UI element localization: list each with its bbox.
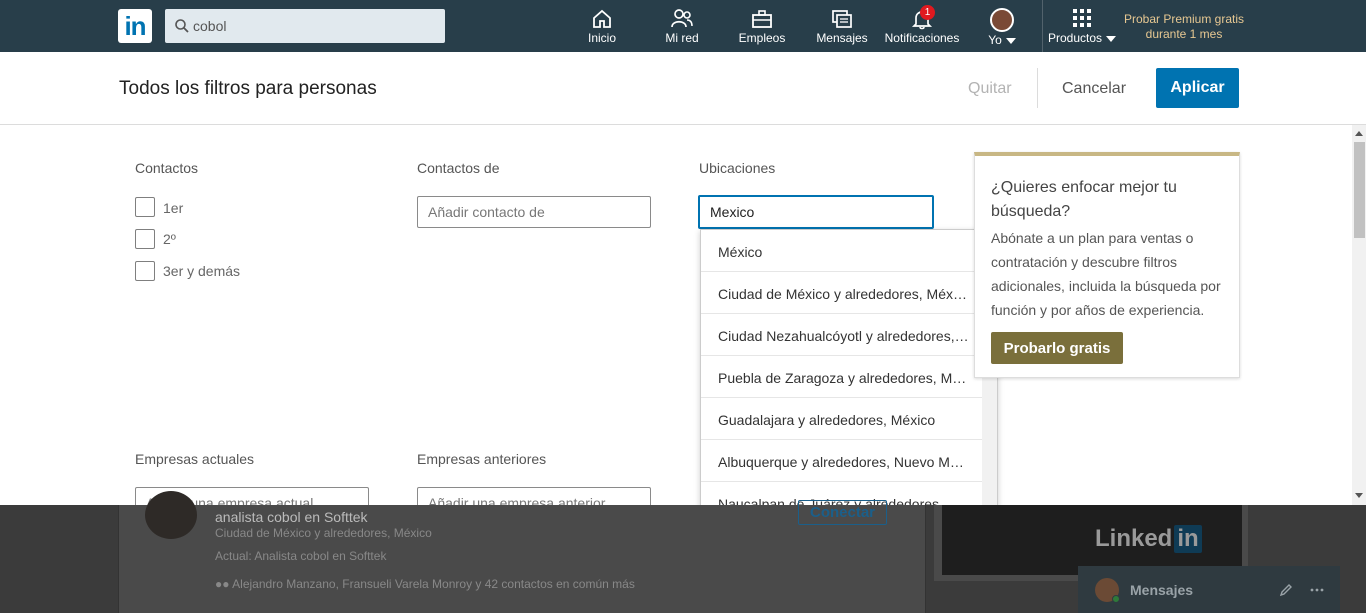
nav-yo-label-wrap: Yo bbox=[982, 33, 1022, 47]
ad-logo-word: Linked bbox=[1095, 525, 1173, 552]
ubicaciones-label: Ubicaciones bbox=[699, 160, 776, 176]
suggestion-item[interactable]: México bbox=[701, 230, 983, 272]
nav-productos-label-wrap: Productos bbox=[1044, 31, 1120, 45]
messaging-label: Mensajes bbox=[1130, 582, 1194, 598]
search-box[interactable] bbox=[165, 9, 445, 43]
header-divider bbox=[1037, 68, 1038, 108]
promo-heading: ¿Quieres enfocar mejor tu búsqueda? bbox=[991, 179, 1177, 220]
compose-icon bbox=[1279, 584, 1292, 597]
nav-yo[interactable]: Yo bbox=[982, 0, 1022, 52]
apply-button[interactable]: Aplicar bbox=[1156, 68, 1239, 108]
dimmed-background: analista cobol en Softtek Ciudad de Méxi… bbox=[0, 491, 1366, 613]
empresas-actuales-label: Empresas actuales bbox=[135, 451, 255, 467]
messaging-bar: Mensajes bbox=[1078, 566, 1340, 613]
ubicaciones-input[interactable] bbox=[698, 195, 934, 229]
promo-text: Abónate a un plan para ventas o contrata… bbox=[991, 230, 1221, 318]
cancel-button[interactable]: Cancelar bbox=[1062, 80, 1126, 98]
briefcase-icon bbox=[752, 10, 772, 28]
top-navbar: in Inicio Mi red Empleos Mensajes 1 Noti… bbox=[0, 0, 1366, 52]
ad-logo-text: Linked in bbox=[1095, 525, 1202, 553]
chevron-down-icon bbox=[1005, 37, 1016, 44]
grid-icon bbox=[1073, 9, 1091, 27]
connect-button: Conectar bbox=[798, 500, 887, 525]
result-headline: analista cobol en Softtek bbox=[215, 509, 368, 525]
empresas-anteriores-label: Empresas anteriores bbox=[417, 451, 547, 467]
result-mutual-text: Alejandro Manzano, Fransueli Varela Monr… bbox=[232, 577, 635, 591]
empresas-anteriores-input[interactable] bbox=[417, 487, 651, 505]
nav-empleos[interactable]: Empleos bbox=[736, 0, 788, 52]
page-title: Todos los filtros para personas bbox=[119, 78, 377, 99]
messages-icon bbox=[832, 10, 852, 28]
more-icon bbox=[1310, 588, 1324, 592]
checkbox-3er-label[interactable]: 3er y demás bbox=[163, 263, 240, 279]
checkbox-2o[interactable] bbox=[135, 229, 155, 249]
nav-yo-label: Yo bbox=[988, 33, 1002, 47]
filters-body: Contactos 1er 2º 3er y demás Contactos d… bbox=[0, 125, 1352, 505]
nav-mensajes[interactable]: Mensajes bbox=[814, 0, 870, 52]
try-free-button[interactable]: Probarlo gratis bbox=[991, 332, 1123, 364]
panel-scrollbar[interactable] bbox=[1352, 125, 1366, 505]
suggestion-item[interactable]: Puebla de Zaragoza y alrededores, México bbox=[701, 356, 983, 398]
nav-mi-red-label: Mi red bbox=[665, 31, 699, 45]
nav-inicio[interactable]: Inicio bbox=[582, 0, 622, 52]
suggestion-item[interactable]: Guadalajara y alrededores, México bbox=[701, 398, 983, 440]
filters-header: Todos los filtros para personas Quitar C… bbox=[0, 52, 1366, 125]
chevron-down-icon bbox=[1106, 35, 1117, 42]
nav-inicio-label: Inicio bbox=[587, 31, 616, 45]
panel-scroll-thumb[interactable] bbox=[1354, 142, 1365, 238]
scroll-up-icon[interactable] bbox=[1355, 131, 1363, 136]
home-icon bbox=[593, 9, 611, 28]
nav-empleos-label: Empleos bbox=[738, 31, 786, 45]
location-suggestions: México Ciudad de México y alrededores, M… bbox=[700, 229, 998, 505]
checkbox-1er[interactable] bbox=[135, 197, 155, 217]
result-mutual-contacts: ●● Alejandro Manzano, Fransueli Varela M… bbox=[215, 577, 635, 591]
suggestion-item[interactable]: Ciudad de México y alrededores, México bbox=[701, 272, 983, 314]
ad-logo-in: in bbox=[1174, 525, 1202, 553]
nav-divider bbox=[1042, 0, 1043, 52]
nav-mensajes-label: Mensajes bbox=[816, 31, 868, 45]
nav-productos[interactable]: Productos bbox=[1044, 0, 1120, 52]
contactos-de-input[interactable] bbox=[417, 196, 651, 228]
result-current: Actual: Analista cobol en Softtek bbox=[215, 549, 387, 563]
checkbox-3er[interactable] bbox=[135, 261, 155, 281]
suggestion-item[interactable]: Albuquerque y alrededores, Nuevo México bbox=[701, 440, 983, 482]
result-avatar bbox=[145, 491, 197, 539]
search-icon bbox=[175, 19, 189, 33]
checkbox-1er-label[interactable]: 1er bbox=[163, 200, 183, 216]
result-location: Ciudad de México y alrededores, México bbox=[215, 526, 432, 540]
network-icon bbox=[671, 9, 693, 28]
contactos-de-label: Contactos de bbox=[417, 160, 500, 176]
premium-promo-card: ¿Quieres enfocar mejor tu búsqueda? Abón… bbox=[974, 152, 1240, 378]
contactos-label: Contactos bbox=[135, 160, 199, 176]
nav-productos-label: Productos bbox=[1047, 31, 1103, 45]
notification-badge: 1 bbox=[920, 5, 935, 20]
checkbox-2o-label[interactable]: 2º bbox=[163, 231, 176, 247]
people-icon: ●● bbox=[215, 577, 233, 591]
clear-button[interactable]: Quitar bbox=[968, 80, 1012, 98]
scroll-down-icon[interactable] bbox=[1355, 493, 1363, 498]
nav-notificaciones[interactable]: 1 Notificaciones bbox=[882, 0, 962, 52]
avatar bbox=[990, 8, 1014, 32]
search-input[interactable] bbox=[193, 9, 438, 43]
nav-mi-red[interactable]: Mi red bbox=[661, 0, 703, 52]
premium-link[interactable]: Probar Premium gratis durante 1 mes bbox=[1116, 12, 1252, 42]
linkedin-logo[interactable]: in bbox=[118, 9, 152, 43]
nav-notificaciones-label: Notificaciones bbox=[884, 31, 960, 45]
online-status-icon bbox=[1112, 595, 1120, 603]
suggestion-item[interactable]: Ciudad Nezahualcóyotl y alrededores, Méx… bbox=[701, 314, 983, 356]
